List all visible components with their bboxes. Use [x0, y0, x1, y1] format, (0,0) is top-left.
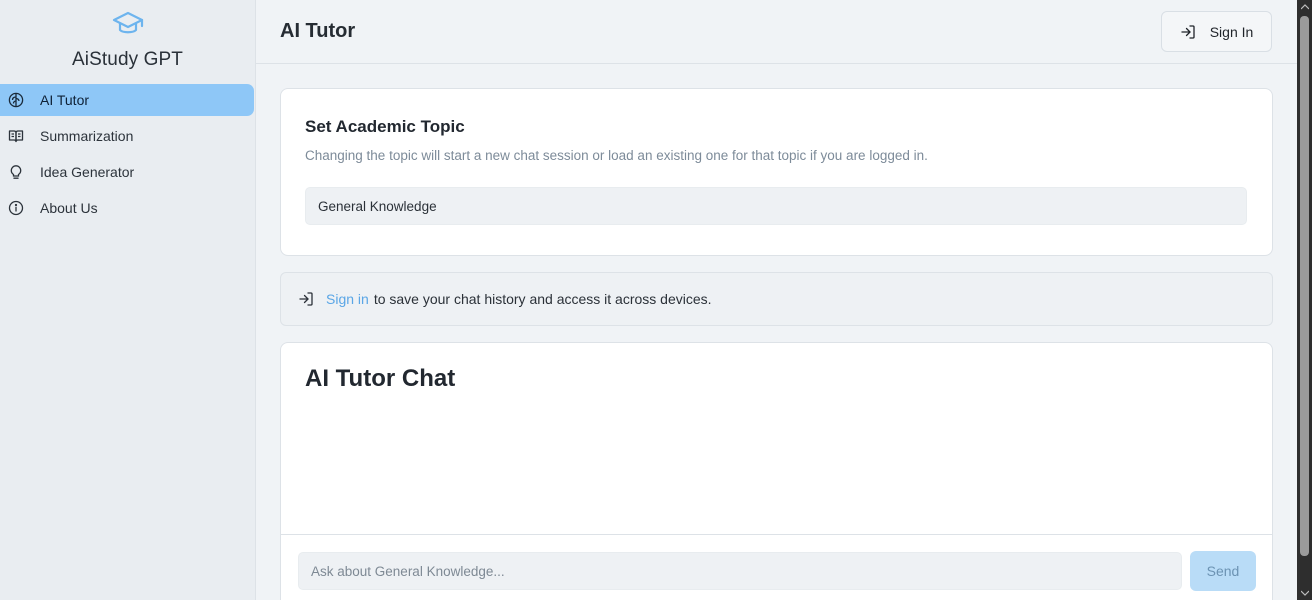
sidebar-item-ai-tutor[interactable]: AI Tutor — [0, 84, 254, 116]
sign-in-label: Sign In — [1209, 23, 1254, 40]
book-open-icon — [8, 128, 24, 144]
topic-input[interactable] — [305, 187, 1247, 225]
chat-card: AI Tutor Chat Send — [280, 342, 1273, 600]
chat-input[interactable] — [298, 552, 1182, 590]
sidebar-item-about-us[interactable]: About Us — [0, 192, 254, 224]
log-in-icon — [299, 292, 313, 306]
sidebar-item-summarization[interactable]: Summarization — [0, 120, 254, 152]
log-in-icon — [1181, 24, 1195, 39]
sign-in-button[interactable]: Sign In — [1161, 11, 1272, 52]
sidebar: AiStudy GPT AI Tutor Summarization Idea … — [0, 0, 256, 600]
chat-divider — [281, 534, 1272, 535]
page-title: AI Tutor — [280, 20, 356, 42]
topic-card-description: Changing the topic will start a new chat… — [305, 148, 928, 163]
brain-icon — [8, 92, 24, 108]
send-button[interactable]: Send — [1190, 551, 1256, 591]
graduation-cap-icon — [112, 11, 143, 34]
info-icon — [8, 200, 24, 216]
scroll-thumb[interactable] — [1300, 16, 1309, 556]
sidebar-item-idea-generator[interactable]: Idea Generator — [0, 156, 254, 188]
scroll-up-arrow[interactable] — [1297, 0, 1312, 14]
lightbulb-icon — [8, 164, 24, 180]
sign-in-notice-text: to save your chat history and access it … — [373, 291, 712, 307]
topic-card: Set Academic Topic Changing the topic wi… — [280, 88, 1273, 256]
sidebar-item-label: Idea Generator — [40, 164, 135, 180]
sidebar-item-label: Summarization — [40, 128, 134, 144]
scrollbar[interactable] — [1297, 0, 1312, 600]
chat-title: AI Tutor Chat — [305, 365, 456, 392]
sign-in-link[interactable]: Sign in — [326, 291, 369, 307]
brand: AiStudy GPT — [0, 0, 255, 84]
sidebar-item-label: About Us — [40, 200, 98, 216]
topic-card-title: Set Academic Topic — [305, 117, 465, 136]
sidebar-nav: AI Tutor Summarization Idea Generator Ab… — [0, 84, 255, 224]
brand-name: AiStudy GPT — [72, 49, 183, 70]
sidebar-item-label: AI Tutor — [40, 92, 90, 108]
sign-in-notice: Sign in to save your chat history and ac… — [280, 272, 1273, 326]
scroll-down-arrow[interactable] — [1297, 586, 1312, 600]
top-bar: AI Tutor Sign In — [256, 0, 1297, 64]
main-content: AI Tutor Sign In Set Academic Topic Chan… — [256, 0, 1297, 600]
